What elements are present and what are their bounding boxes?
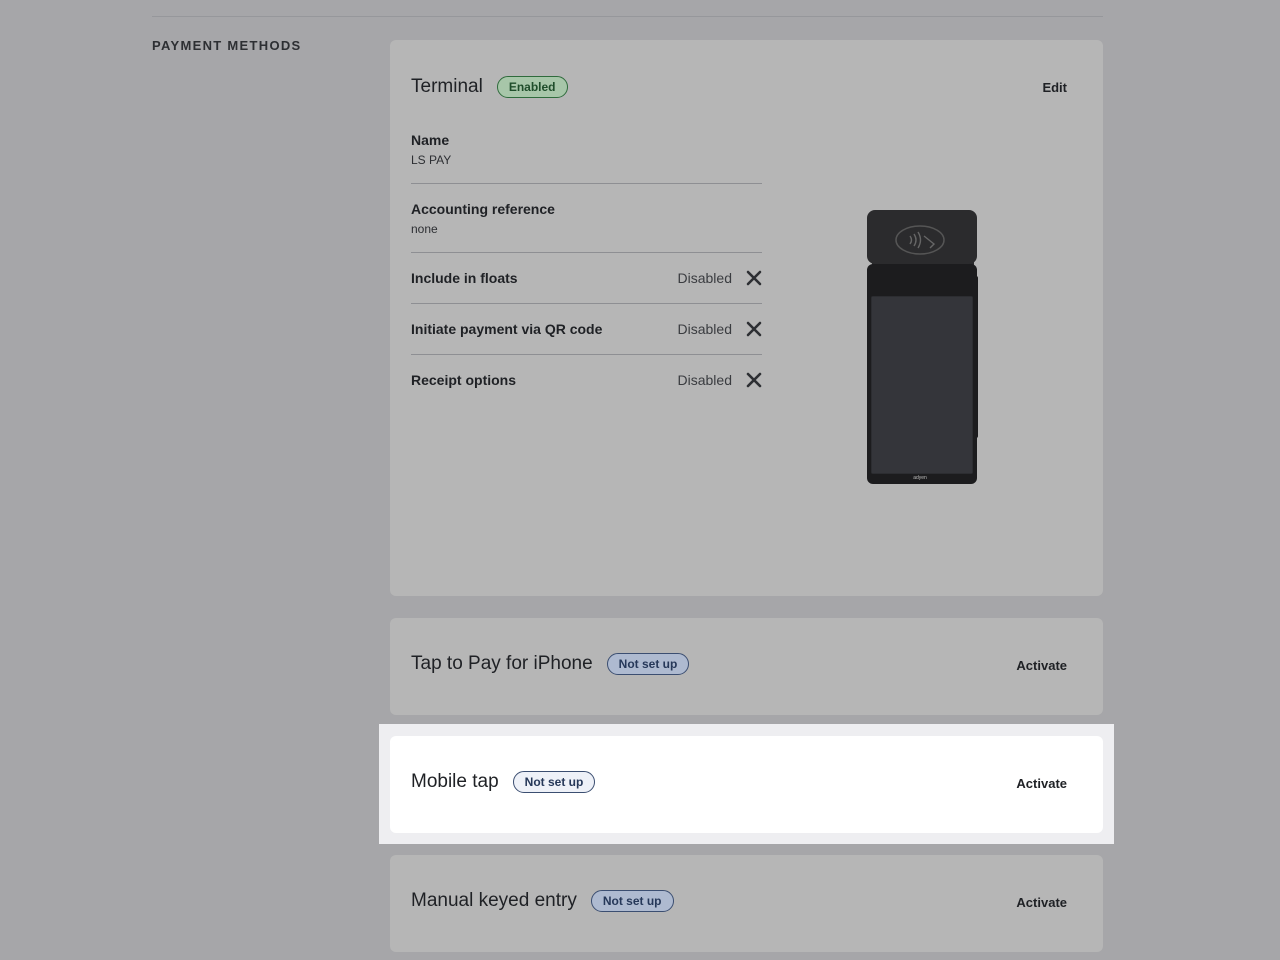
manual-entry-title: Manual keyed entry xyxy=(411,890,577,911)
tap-to-pay-header: Tap to Pay for iPhone Not set up xyxy=(411,653,690,675)
mobile-tap-card: Mobile tap Not set up Activate xyxy=(390,736,1103,833)
qr-code-payment-label: Initiate payment via QR code xyxy=(411,321,603,337)
terminal-card: Terminal Enabled Edit Name LS PAY Accoun… xyxy=(390,40,1103,596)
section-title: PAYMENT METHODS xyxy=(152,38,302,53)
terminal-fields: Name LS PAY Accounting reference none In… xyxy=(411,132,762,405)
mobile-tap-header: Mobile tap Not set up xyxy=(411,771,596,793)
name-label: Name xyxy=(411,132,450,148)
include-in-floats-label: Include in floats xyxy=(411,270,518,286)
tap-to-pay-activate-button[interactable]: Activate xyxy=(1016,658,1067,673)
page: PAYMENT METHODS Terminal Enabled Edit Na… xyxy=(0,0,1280,960)
manual-entry-status-badge: Not set up xyxy=(590,890,674,912)
top-divider xyxy=(152,16,1103,17)
mobile-tap-activate-button[interactable]: Activate xyxy=(1016,776,1067,791)
accounting-reference-field: Accounting reference none xyxy=(411,201,762,253)
close-icon xyxy=(746,270,762,286)
tap-to-pay-title: Tap to Pay for iPhone xyxy=(411,653,593,674)
tap-to-pay-card: Tap to Pay for iPhone Not set up Activat… xyxy=(390,618,1103,715)
include-in-floats-row: Include in floats Disabled xyxy=(411,253,762,304)
qr-code-payment-status: Disabled xyxy=(677,321,732,337)
receipt-options-status: Disabled xyxy=(677,372,732,388)
terminal-header: Terminal Enabled xyxy=(411,76,568,98)
close-icon xyxy=(746,372,762,388)
receipt-options-row: Receipt options Disabled xyxy=(411,355,762,405)
payment-terminal-image: adyen xyxy=(867,210,978,484)
mobile-tap-title: Mobile tap xyxy=(411,771,499,792)
name-value: LS PAY xyxy=(411,153,452,167)
close-icon xyxy=(746,321,762,337)
receipt-options-label: Receipt options xyxy=(411,372,517,388)
accounting-reference-value: none xyxy=(411,222,438,236)
name-field: Name LS PAY xyxy=(411,132,762,184)
qr-code-payment-row: Initiate payment via QR code Disabled xyxy=(411,304,762,355)
manual-entry-activate-button[interactable]: Activate xyxy=(1016,895,1067,910)
mobile-tap-status-badge: Not set up xyxy=(512,771,596,793)
manual-entry-card: Manual keyed entry Not set up Activate xyxy=(390,855,1103,952)
accounting-reference-label: Accounting reference xyxy=(411,201,555,217)
terminal-status-badge: Enabled xyxy=(496,76,568,98)
tap-to-pay-status-badge: Not set up xyxy=(606,653,690,675)
device-brand-text: adyen xyxy=(913,475,927,481)
manual-entry-header: Manual keyed entry Not set up xyxy=(411,890,674,912)
terminal-title: Terminal xyxy=(411,76,483,97)
edit-button[interactable]: Edit xyxy=(1042,80,1067,95)
include-in-floats-status: Disabled xyxy=(677,270,732,286)
